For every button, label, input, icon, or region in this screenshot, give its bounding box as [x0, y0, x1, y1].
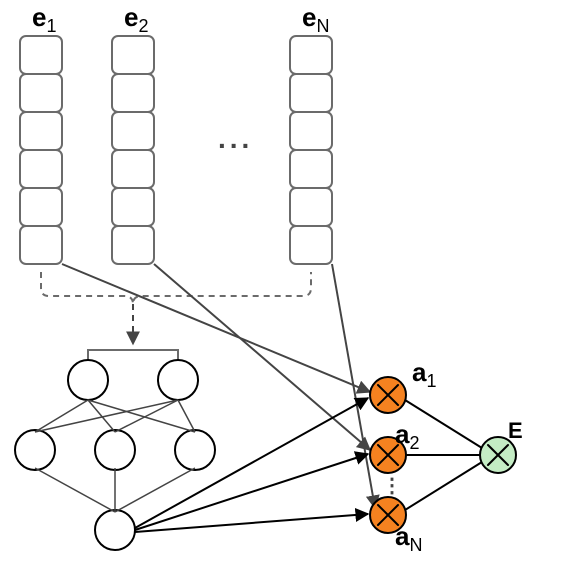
embedding-eN [290, 36, 332, 264]
nn-node-h2c [175, 430, 215, 470]
label-eN: eN [302, 2, 329, 36]
node-a1 [370, 377, 406, 413]
nn-node-h1a [68, 360, 108, 400]
label-a1: a1 [412, 357, 436, 391]
arrow-eN-aN [332, 264, 375, 508]
ellipsis-embeddings: ... [218, 123, 253, 154]
svg-text:a2: a2 [395, 419, 419, 453]
svg-text:e2: e2 [124, 2, 148, 36]
nn-node-out [95, 510, 135, 550]
nn-node-h2b [95, 430, 135, 470]
nn-node-h1b [158, 360, 198, 400]
label-e2: e2 [124, 2, 148, 36]
label-e1: e1 [32, 2, 56, 36]
nn-node-h2a [15, 430, 55, 470]
vdots-attn: ⋮ [382, 475, 402, 497]
arrow-nn-a1 [135, 398, 368, 528]
arrow-nn-aN [135, 514, 368, 532]
embedding-e2 [112, 36, 154, 264]
edge-aN-E [405, 462, 482, 510]
nn-top-bracket [88, 350, 178, 362]
arrow-e1-a1 [62, 264, 370, 392]
label-a2: a2 [395, 419, 419, 453]
svg-text:e1: e1 [32, 2, 56, 36]
svg-text:a1: a1 [412, 357, 436, 391]
svg-text:aN: aN [395, 521, 422, 555]
arrow-nn-a2 [135, 454, 368, 530]
gather-bracket [41, 272, 311, 304]
label-E: E [508, 418, 523, 443]
label-aN: aN [395, 521, 422, 555]
embedding-e1 [20, 36, 62, 264]
svg-text:eN: eN [302, 2, 329, 36]
